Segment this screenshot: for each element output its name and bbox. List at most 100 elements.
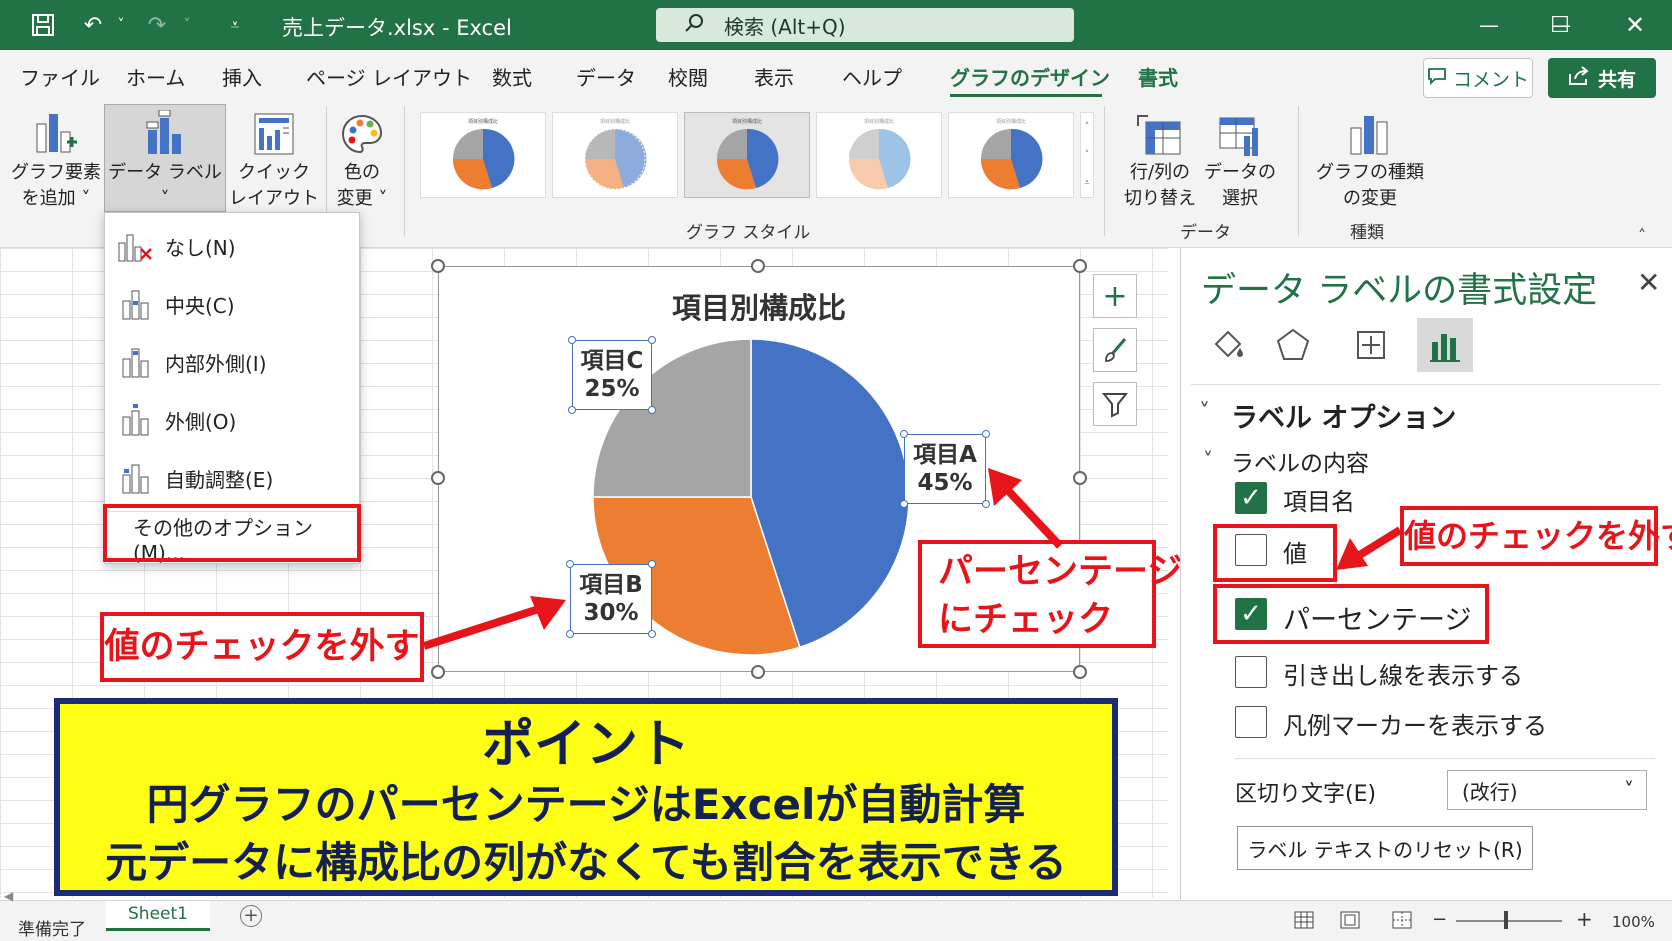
menu-item-inside-end[interactable]: 内部外側(I) xyxy=(105,337,359,387)
checkbox-category-name[interactable]: ✓ xyxy=(1235,482,1267,514)
tab-home[interactable]: ホーム xyxy=(126,62,185,91)
normal-view-icon[interactable] xyxy=(1294,911,1314,934)
zoom-out-icon[interactable]: − xyxy=(1432,909,1447,930)
share-button[interactable]: 共有 xyxy=(1548,58,1656,98)
point-line-1: 円グラフのパーセンテージはExcelが自動計算 xyxy=(146,780,1026,829)
gallery-scrollbar[interactable]: ˄ ˅ ⩡ xyxy=(1080,112,1094,198)
tab-format[interactable]: 書式 xyxy=(1138,62,1178,91)
arrow-to-value-checkbox xyxy=(1336,526,1403,570)
undo-dropdown-icon[interactable]: ˅ xyxy=(106,10,136,40)
size-properties-icon[interactable] xyxy=(1343,318,1399,372)
status-ready: 準備完了 xyxy=(18,920,86,940)
pane-divider xyxy=(1235,758,1655,759)
menu-item-outside-end-label: 外側(O) xyxy=(165,409,237,434)
data-label-b[interactable]: 項目B 30% xyxy=(566,560,656,638)
quick-layout-icon xyxy=(251,104,297,158)
resize-handle[interactable] xyxy=(431,259,445,273)
quick-layout-line1: クイック xyxy=(238,162,310,183)
tab-page-layout[interactable]: ページ レイアウト xyxy=(306,62,472,91)
subsection-collapse-icon[interactable]: ˅ xyxy=(1203,448,1213,472)
tab-data[interactable]: データ xyxy=(576,62,636,91)
close-window-icon[interactable]: ✕ xyxy=(1620,10,1650,40)
tab-file[interactable]: ファイル xyxy=(20,62,100,91)
reset-label-text-button[interactable]: ラベル テキストのリセット(R) xyxy=(1237,826,1533,870)
resize-handle[interactable] xyxy=(431,471,445,485)
data-label-a-percent: 45% xyxy=(917,470,973,496)
fill-line-icon[interactable] xyxy=(1201,318,1257,372)
add-sheet-icon[interactable]: + xyxy=(240,905,262,927)
chart-style-4[interactable]: 項目別構成比 xyxy=(816,112,942,198)
pane-title: データ ラベルの書式設定 xyxy=(1201,271,1598,311)
maximize-icon[interactable]: ☐ xyxy=(1545,10,1575,40)
menu-item-best-fit[interactable]: 自動調整(E) xyxy=(105,453,359,503)
sheet-tab-sheet1[interactable]: Sheet1 xyxy=(106,901,210,931)
menu-item-none[interactable]: なし(N) xyxy=(105,221,359,271)
select-data-button[interactable]: データの 選択 xyxy=(1202,104,1278,212)
menu-item-none-label: なし(N) xyxy=(165,235,236,260)
tab-chart-design[interactable]: グラフのデザイン xyxy=(950,62,1110,91)
sheet-scroll-left-icon[interactable]: ◀ xyxy=(4,889,13,903)
chart-style-2[interactable]: 項目別構成比 xyxy=(552,112,678,198)
add-chart-element-button[interactable]: グラフ要素 を追加 ˅ xyxy=(10,104,102,212)
resize-handle[interactable] xyxy=(1073,665,1087,679)
checkbox-legend-key[interactable] xyxy=(1235,706,1267,738)
checkbox-legend-key-label: 凡例マーカーを表示する xyxy=(1283,712,1547,740)
menu-item-outside-end[interactable]: 外側(O) xyxy=(105,395,359,445)
zoom-slider-thumb[interactable] xyxy=(1504,911,1508,929)
section-label-options[interactable]: ラベル オプション xyxy=(1231,396,1456,435)
data-label-icon xyxy=(142,104,188,158)
tab-formulas[interactable]: 数式 xyxy=(492,62,532,91)
comment-button[interactable]: コメント xyxy=(1423,58,1533,98)
arrow-to-label-a xyxy=(988,468,1063,549)
data-label-c[interactable]: 項目C 25% xyxy=(568,336,656,414)
redo-icon[interactable]: ↷ xyxy=(142,10,172,40)
menu-item-center[interactable]: 中央(C) xyxy=(105,279,359,329)
zoom-in-icon[interactable]: + xyxy=(1576,907,1593,931)
zoom-slider[interactable] xyxy=(1456,920,1562,922)
change-chart-type-button[interactable]: グラフの種類 の変更 xyxy=(1310,104,1430,212)
resize-handle[interactable] xyxy=(751,665,765,679)
add-chart-element-line1: グラフ要素 xyxy=(11,162,101,183)
data-label-a[interactable]: 項目A 45% xyxy=(900,430,990,508)
separator-select[interactable]: (改行) ˅ xyxy=(1447,770,1647,810)
ribbon-separator xyxy=(1104,106,1105,236)
chart-filter-icon[interactable] xyxy=(1093,382,1137,426)
section-collapse-icon[interactable]: ˅ xyxy=(1199,400,1210,425)
effects-pentagon-icon[interactable] xyxy=(1265,318,1321,372)
data-label-b-name: 項目B xyxy=(579,572,643,598)
chart-elements-plus-icon[interactable]: + xyxy=(1093,274,1137,318)
resize-handle[interactable] xyxy=(1073,259,1087,273)
customize-toolbar-icon[interactable]: ⩡ xyxy=(220,10,250,40)
tab-insert[interactable]: 挿入 xyxy=(222,62,262,91)
tab-review[interactable]: 校閲 xyxy=(668,62,708,91)
resize-handle[interactable] xyxy=(751,259,765,273)
collapse-ribbon-icon[interactable]: ˄ xyxy=(1638,226,1646,245)
svg-text:項目別構成比: 項目別構成比 xyxy=(996,118,1026,125)
page-break-view-icon[interactable] xyxy=(1392,911,1412,934)
undo-icon[interactable]: ↶ xyxy=(78,10,108,40)
tab-view[interactable]: 表示 xyxy=(754,62,794,91)
page-layout-view-icon[interactable] xyxy=(1340,911,1360,934)
subsection-label-contents[interactable]: ラベルの内容 xyxy=(1231,444,1369,478)
label-options-icon[interactable] xyxy=(1417,318,1473,372)
resize-handle[interactable] xyxy=(431,665,445,679)
search-input[interactable]: 検索 (Alt+Q) xyxy=(656,8,1074,42)
change-chart-type-line1: グラフの種類 xyxy=(1316,162,1424,183)
chart-styles-brush-icon[interactable] xyxy=(1093,328,1137,372)
chart-style-3[interactable]: 項目別構成比 xyxy=(684,112,810,198)
minimize-window-icon[interactable]: — xyxy=(1474,10,1504,40)
redo-dropdown-icon[interactable]: ˅ xyxy=(172,10,202,40)
point-line-2: 元データに構成比の列がなくても割合を表示できる xyxy=(105,838,1067,887)
change-colors-button[interactable]: 色の 変更 ˅ xyxy=(330,104,394,212)
label-outside-end-icon xyxy=(105,403,165,437)
switch-row-column-button[interactable]: 行/列の 切り替え xyxy=(1118,104,1202,212)
close-pane-icon[interactable]: ✕ xyxy=(1637,266,1660,299)
tab-help[interactable]: ヘルプ xyxy=(842,62,902,91)
save-icon[interactable] xyxy=(28,10,58,40)
chart-style-5[interactable]: 項目別構成比 xyxy=(948,112,1074,198)
data-label-button-content: データ ラベル ˅ xyxy=(104,104,226,212)
chart-style-1[interactable]: 項目別構成比 xyxy=(420,112,546,198)
label-none-icon xyxy=(105,229,165,263)
checkbox-leader-lines-label: 引き出し線を表示する xyxy=(1283,662,1523,690)
checkbox-leader-lines[interactable] xyxy=(1235,656,1267,688)
